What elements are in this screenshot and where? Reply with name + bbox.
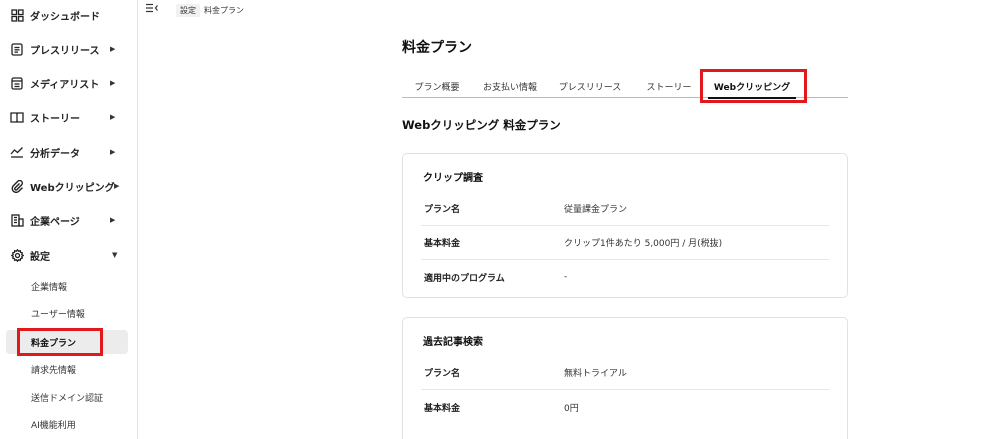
sidebar-item-analytics[interactable]: 分析データ ▶ [0,138,138,166]
sidebar-item-dashboard[interactable]: ダッシュボード [0,1,138,29]
sidebar-sub-item-user-info[interactable]: ユーザー情報 [6,301,128,325]
chevron-right-icon: ▶ [110,45,116,53]
row-label: プラン名 [424,205,461,215]
sidebar-item-settings[interactable]: 設定 ▼ [0,241,138,269]
chevron-down-icon: ▼ [112,251,118,259]
sidebar-item-label: ストーリー [30,113,80,125]
sidebar-item-label: 企業ページ [30,216,80,228]
card-clip-survey: クリップ調査 プラン名 従量課金プラン 基本料金 クリップ1件あたり 5,000… [402,153,848,298]
sidebar-sub-item-label: 送信ドメイン認証 [31,393,104,404]
row-label: 基本料金 [424,403,461,414]
document-icon [10,42,24,56]
row-value: 従量課金プラン [564,205,628,215]
breadcrumb: 設定 料金プラン [176,3,244,17]
plan-row: プラン名 従量課金プラン [421,192,829,226]
sidebar-item-label: Webクリッピング [30,182,115,194]
media-list-icon [10,76,24,90]
row-value: クリップ1件あたり 5,000円 / 月(税抜) [564,239,723,249]
sidebar-item-story[interactable]: ストーリー ▶ [0,103,138,131]
row-value: 無料トライアル [564,369,627,379]
sidebar-sub-item-pricing-plan[interactable]: 料金プラン [6,330,128,354]
sidebar-item-label: 分析データ [30,148,80,160]
card-title: クリップ調査 [423,173,483,184]
row-value: 0円 [564,403,579,414]
section-title: Webクリッピング 料金プラン [402,118,561,132]
sidebar-sub-item-label: 企業情報 [31,282,68,293]
sidebar-item-company-page[interactable]: 企業ページ ▶ [0,206,138,234]
card-title: 過去記事検索 [423,337,483,348]
sidebar-item-media-list[interactable]: メディアリスト ▶ [0,69,138,97]
tab-story[interactable]: ストーリー [634,74,704,98]
tab-payment-info[interactable]: お支払い情報 [474,74,546,98]
sidebar-sub-item-label: 料金プラン [31,338,77,349]
sidebar-item-web-clipping[interactable]: Webクリッピング ▶ [0,172,138,200]
plan-row: 基本料金 0円 [421,390,829,424]
building-icon [10,213,24,227]
sidebar-sub-item-label: AI機能利用 [31,420,76,431]
sidebar-item-label: ダッシュボード [30,11,100,23]
row-label: プラン名 [424,369,461,379]
tab-bar: プラン概要 お支払い情報 プレスリリース ストーリー Webクリッピング [402,74,848,99]
sidebar-sub-item-company-info[interactable]: 企業情報 [6,274,128,298]
chevron-right-icon: ▶ [110,216,116,224]
book-icon [10,110,24,124]
sidebar-item-press-release[interactable]: プレスリリース ▶ [0,35,138,63]
sidebar-item-label: プレスリリース [30,45,100,57]
row-label: 適用中のプログラム [424,273,505,284]
sidebar-sub-item-label: ユーザー情報 [31,309,85,320]
sidebar-sub-item-billing-info[interactable]: 請求先情報 [6,357,128,381]
gear-icon [10,248,24,262]
card-past-article-search: 過去記事検索 プラン名 無料トライアル 基本料金 0円 [402,317,848,439]
breadcrumb-current: 料金プラン [204,5,244,15]
sidebar-sub-item-ai-usage[interactable]: AI機能利用 [6,412,128,436]
sidebar-sub-item-domain-auth[interactable]: 送信ドメイン認証 [6,385,128,409]
tab-plan-overview[interactable]: プラン概要 [402,74,472,98]
row-value: - [564,272,568,282]
chevron-right-icon: ▶ [110,148,116,156]
page-title: 料金プラン [402,40,472,56]
row-label: 基本料金 [424,239,461,249]
plan-row: 基本料金 クリップ1件あたり 5,000円 / 月(税抜) [421,226,829,260]
grid-icon [10,8,24,22]
plan-row: 適用中のプログラム - [421,260,829,294]
sidebar-item-label: 設定 [30,251,50,263]
sidebar: ダッシュボード プレスリリース ▶ メディアリスト ▶ ストーリー ▶ 分析デー… [0,0,138,439]
chevron-right-icon: ▶ [114,182,120,190]
sidebar-collapse-icon[interactable] [145,3,159,13]
tab-web-clipping[interactable]: Webクリッピング [706,74,798,99]
sidebar-sub-item-label: 請求先情報 [31,365,77,376]
chevron-right-icon: ▶ [110,113,116,121]
paperclip-icon [10,179,24,193]
tab-press-release[interactable]: プレスリリース [550,74,630,98]
plan-row: プラン名 無料トライアル [421,356,829,390]
chevron-right-icon: ▶ [110,79,116,87]
breadcrumb-parent[interactable]: 設定 [176,3,200,17]
chart-line-icon [10,145,24,159]
sidebar-item-label: メディアリスト [30,79,100,91]
